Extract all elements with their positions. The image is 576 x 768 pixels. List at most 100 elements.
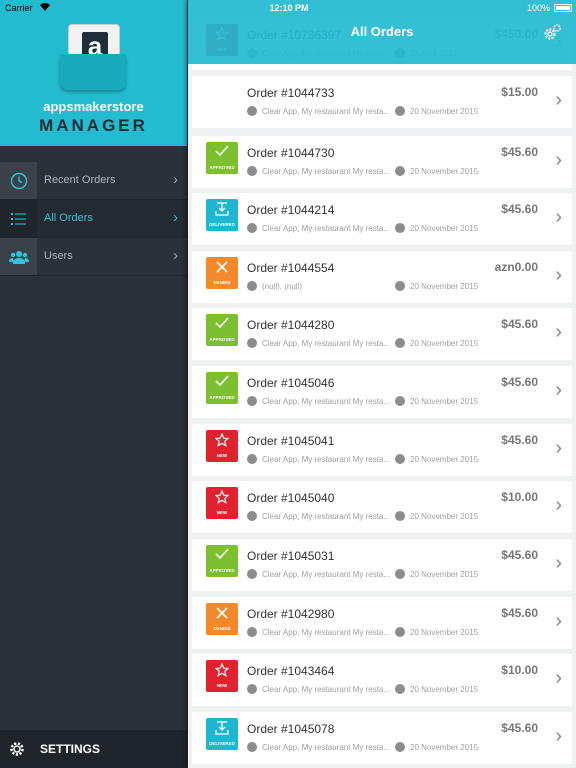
- settings-label: SETTINGS: [40, 742, 101, 756]
- status-denied-icon: [206, 606, 238, 624]
- order-row[interactable]: DENIED Order #1042980 $45.60 › Clear App…: [192, 597, 572, 649]
- restaurant-icon: [247, 106, 257, 116]
- sidebar-menu: Recent Orders › All Orders › Users ›: [0, 162, 187, 276]
- order-meta: (null), (null) 20 November 2015: [247, 281, 478, 292]
- order-row[interactable]: DELIVERED Order #1044214 $45.60 › Clear …: [192, 193, 572, 245]
- main-panel: All Orders NEW Order #10736397 $450.00 ›…: [188, 0, 576, 768]
- status-label: APPROVED: [209, 337, 235, 342]
- order-price: $10.00: [501, 490, 538, 504]
- sidebar-item-users[interactable]: Users ›: [0, 238, 187, 276]
- status-new-icon: [206, 663, 238, 681]
- clock-icon: [395, 511, 405, 521]
- order-price: $45.60: [501, 202, 538, 216]
- status-denied-icon: [206, 260, 238, 278]
- restaurant-icon: [247, 684, 257, 694]
- order-row[interactable]: NEW Order #1043464 $10.00 › Clear App, M…: [192, 654, 572, 706]
- restaurant-icon: [247, 742, 257, 752]
- order-date-group: 20 November 2015: [395, 454, 478, 465]
- status-new-icon: [206, 490, 238, 508]
- status-badge: NEW: [206, 487, 238, 519]
- status-approved-icon: [206, 145, 238, 163]
- chevron-right-icon: ›: [555, 89, 562, 111]
- order-date: 20 November 2015: [410, 339, 479, 349]
- brand-name: appsmakerstore: [43, 99, 144, 114]
- order-date: 20 November 2015: [410, 224, 479, 234]
- order-date: 20 November 2015: [410, 282, 479, 292]
- restaurant-icon: [247, 281, 257, 291]
- clock-icon: [395, 627, 405, 637]
- clock-icon: [395, 396, 405, 406]
- sidebar-item-label: All Orders: [44, 212, 93, 224]
- order-id: Order #1042980: [247, 607, 335, 621]
- order-row[interactable]: NEW Order #1045040 $10.00 › Clear App, M…: [192, 481, 572, 533]
- restaurant-icon: [247, 511, 257, 521]
- order-row[interactable]: APPROVED Order #1045031 $45.60 › Clear A…: [192, 539, 572, 591]
- chevron-right-icon: ›: [555, 437, 562, 459]
- status-label: DENIED: [213, 626, 231, 631]
- clock-icon: [395, 684, 405, 694]
- chevron-right-icon: ›: [173, 247, 178, 264]
- status-label: APPROVED: [209, 568, 235, 573]
- order-price: $45.60: [501, 548, 538, 562]
- order-row[interactable]: DELIVERED Order #1045078 $45.60 › Clear …: [192, 712, 572, 764]
- order-price: $45.60: [501, 145, 538, 159]
- order-meta: Clear App, My restaurant My resta... 20 …: [247, 166, 478, 177]
- status-delivered-icon: [206, 721, 238, 739]
- order-row[interactable]: APPROVED Order #1044280 $45.60 › Clear A…: [192, 308, 572, 360]
- settings-button[interactable]: SETTINGS: [0, 730, 187, 768]
- settings-gear-icon[interactable]: [542, 24, 562, 47]
- chevron-right-icon: ›: [173, 209, 178, 226]
- chevron-right-icon: ›: [555, 264, 562, 286]
- status-badge: APPROVED: [206, 142, 238, 174]
- order-meta: Clear App, My restaurant My resta... 20 …: [247, 684, 478, 695]
- chevron-right-icon: ›: [555, 667, 562, 689]
- order-meta: Clear App, My restaurant My resta... 20 …: [247, 223, 478, 234]
- battery-percent: 100%: [526, 3, 550, 13]
- status-badge: NEW: [206, 660, 238, 692]
- order-meta: Clear App, My restaurant My resta... 20 …: [247, 511, 478, 522]
- page-title: All Orders: [350, 24, 414, 39]
- order-date-group: 20 November 2015: [395, 684, 479, 695]
- status-label: DELIVERED: [209, 741, 235, 746]
- status-badge: DENIED: [206, 257, 238, 289]
- battery-icon: [554, 4, 572, 12]
- order-price: azn0.00: [494, 260, 538, 274]
- sidebar-item-recent-orders[interactable]: Recent Orders ›: [0, 162, 187, 200]
- order-meta: Clear App, My restaurant My resta... 20 …: [247, 338, 478, 349]
- status-badge: APPROVED: [206, 314, 238, 346]
- restaurant-icon: [247, 396, 257, 406]
- order-meta: Clear App, My restaurant My resta... 20 …: [247, 627, 478, 638]
- order-meta: Clear App, My restaurant My resta... 20 …: [247, 454, 478, 465]
- order-price: $45.60: [501, 721, 538, 735]
- order-customer: Clear App, My restaurant My resta...: [262, 628, 391, 638]
- status-badge: DENIED: [206, 603, 238, 635]
- order-row[interactable]: NEW Order #1045041 $45.60 › Clear App, M…: [192, 424, 572, 476]
- brand-subtitle: MANAGER: [39, 116, 148, 135]
- order-date: 20 November 2015: [410, 685, 479, 695]
- order-id: Order #1045041: [247, 434, 335, 448]
- status-approved-icon: [206, 317, 238, 335]
- status-approved-icon: [206, 375, 238, 393]
- sidebar-item-all-orders[interactable]: All Orders ›: [0, 200, 187, 238]
- order-customer: (null), (null): [262, 282, 303, 292]
- sidebar-item-label: Recent Orders: [44, 174, 116, 186]
- order-id: Order #1045031: [247, 549, 335, 563]
- order-date-group: 20 November 2015: [395, 742, 478, 753]
- order-row[interactable]: APPROVED Order #1044730 $45.60 › Clear A…: [192, 136, 572, 188]
- order-meta: Clear App, My restaurant My resta... 20 …: [247, 742, 478, 753]
- order-row[interactable]: APPROVED Order #1045046 $45.60 › Clear A…: [192, 366, 572, 418]
- order-date-group: 20 November 2015: [395, 281, 479, 292]
- status-label: DELIVERED: [209, 222, 235, 227]
- clock-icon: [395, 338, 405, 348]
- clock-icon: [395, 166, 405, 176]
- clock-icon: [395, 281, 405, 291]
- restaurant-icon: [247, 627, 257, 637]
- order-customer: Clear App, My restaurant My resta...: [262, 512, 391, 522]
- order-date: 20 November 2015: [410, 167, 479, 177]
- order-row[interactable]: DENIED Order #1044554 azn0.00 › (null), …: [192, 251, 572, 303]
- order-customer: Clear App, My restaurant My resta...: [262, 397, 391, 407]
- order-id: Order #1044214: [247, 203, 335, 217]
- order-row[interactable]: Order #1044733 $15.00 › Clear App, My re…: [192, 76, 572, 128]
- order-customer: Clear App, My restaurant My resta...: [262, 107, 391, 117]
- gear-icon: [8, 740, 26, 763]
